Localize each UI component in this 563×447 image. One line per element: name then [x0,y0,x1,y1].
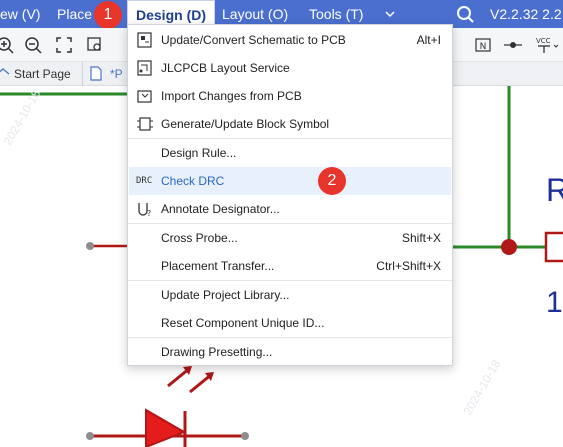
zoom-area-icon[interactable] [86,36,104,54]
designator-text: R [546,172,563,208]
menu-item-reset-unique-id[interactable]: Reset Component Unique ID... [129,309,451,337]
menu-item-label: Update Project Library... [161,288,290,302]
menu-item-shortcut: Ctrl+Shift+X [376,259,441,273]
menu-item-shortcut: Alt+I [416,33,441,47]
menu-item-check-drc[interactable]: DRC Check DRC [129,167,451,195]
menu-item-label: JLCPCB Layout Service [161,61,290,75]
menu-item-placement-transfer[interactable]: Placement Transfer... Ctrl+Shift+X [129,252,451,280]
resistor-body [544,231,563,263]
search-icon[interactable] [456,0,476,28]
menu-item-shortcut: Shift+X [401,231,441,245]
menu-item-label: Cross Probe... [161,231,238,245]
zoom-in-icon[interactable] [0,36,14,54]
home-icon [0,68,10,75]
import-icon [137,90,152,103]
svg-text:?: ? [147,209,151,217]
fit-view-icon[interactable] [55,36,73,54]
menu-item-import-changes[interactable]: Import Changes from PCB [129,82,451,110]
drc-icon: DRC [136,176,153,186]
menu-item-label: Placement Transfer... [161,259,275,273]
svg-text:2024-10-18: 2024-10-18 [0,87,43,147]
menu-item-block-symbol[interactable]: Generate/Update Block Symbol [129,110,451,138]
menu-item-drawing-presetting[interactable]: Drawing Presetting... [129,338,451,366]
step-1-badge: 1 [94,1,122,29]
net-label-icon[interactable]: N [474,36,492,54]
pin-endpoint [86,242,94,250]
annotate-icon: ? [138,203,151,217]
menu-item-label: Annotate Designator... [161,202,280,216]
menu-place[interactable]: Place [57,0,92,28]
document-icon [90,66,102,81]
menu-item-update-library[interactable]: Update Project Library... [129,281,451,309]
menu-item-label: Check DRC [161,174,225,188]
zoom-out-icon[interactable] [24,36,42,54]
vcc-icon[interactable]: VCC [534,36,560,54]
menu-view[interactable]: ew (V) [0,0,40,28]
junction-dot [501,239,517,255]
menu-item-cross-probe[interactable]: Cross Probe... Shift+X [129,224,451,252]
vcc-text: VCC [536,37,551,45]
menu-item-label: Update/Convert Schematic to PCB [161,33,346,47]
menu-item-label: Reset Component Unique ID... [161,316,325,330]
pcb-convert-icon [137,32,152,48]
junction-icon[interactable] [504,36,522,54]
led-symbol [145,408,187,447]
menu-item-label: Design Rule... [161,146,237,160]
tab-divider [82,62,83,86]
design-dropdown-menu: Update/Convert Schematic to PCB Alt+I JL… [127,24,453,366]
value-text: 1 [546,286,563,319]
tab-schematic[interactable]: *P [110,62,123,86]
menu-item-label: Generate/Update Block Symbol [161,117,330,131]
svg-text:2024-10-18: 2024-10-18 [460,357,503,417]
menu-item-label: Drawing Presetting... [161,345,273,359]
layout-service-icon [137,60,152,76]
version-label: V2.2.32 2.2 [490,6,562,22]
menu-item-annotate[interactable]: ? Annotate Designator... [129,195,451,223]
step-2-badge: 2 [318,167,346,195]
net-label-text: N [480,42,487,52]
menu-item-update-convert[interactable]: Update/Convert Schematic to PCB Alt+I [129,26,451,54]
menu-item-jlcpcb-layout[interactable]: JLCPCB Layout Service [129,54,451,82]
menu-item-design-rule[interactable]: Design Rule... [129,139,451,167]
block-symbol-icon [137,117,153,131]
menu-item-label: Import Changes from PCB [161,89,302,103]
tab-start-page[interactable]: Start Page [14,62,71,86]
